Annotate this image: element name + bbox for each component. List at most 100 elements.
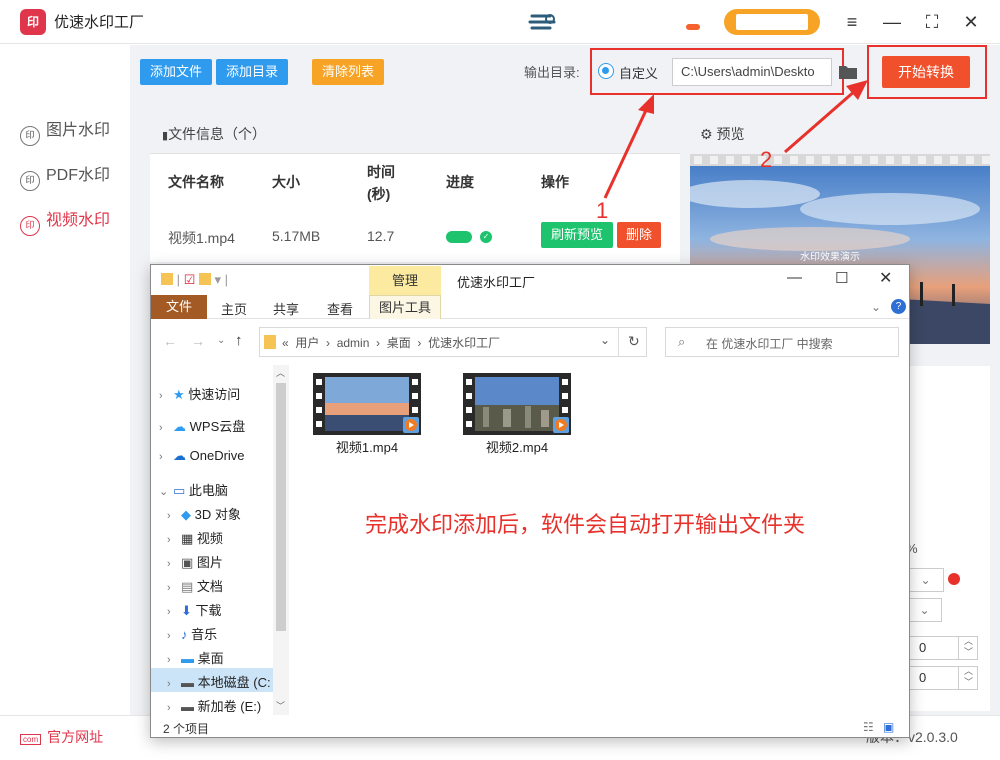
nav-item-video-watermark[interactable]: 印视频水印	[20, 206, 110, 236]
tab-picture-tools[interactable]: 图片工具	[369, 295, 441, 319]
film-icon: ▦	[181, 531, 194, 546]
breadcrumb-item[interactable]: 桌面	[387, 336, 411, 350]
dropdown-1[interactable]: ⌄	[908, 568, 944, 592]
dropdown-2[interactable]: ⌄	[908, 598, 942, 622]
close-icon[interactable]: ✕	[879, 268, 892, 288]
clear-list-button[interactable]: 清除列表	[312, 59, 384, 85]
forward-icon[interactable]: →	[191, 333, 205, 349]
chevron-down-icon[interactable]: ⌄	[600, 333, 610, 347]
user-account-pill[interactable]	[724, 9, 820, 35]
thumbnail-view-icon[interactable]: ▣	[883, 720, 894, 734]
folder-icon	[198, 273, 211, 285]
stamp-icon: 印	[20, 126, 40, 146]
file-name[interactable]: 视频1.mp4	[313, 437, 421, 456]
add-file-button[interactable]: 添加文件	[140, 59, 212, 85]
download-icon: ⬇	[181, 603, 192, 618]
file-size-cell: 5.17MB	[272, 228, 321, 244]
breadcrumb-item[interactable]: 用户	[295, 336, 319, 350]
col-header-time-unit: (秒)	[367, 186, 391, 202]
official-site-link[interactable]: com 官方网址	[20, 727, 103, 747]
maximize-icon[interactable]: ⛶	[920, 10, 944, 34]
nav-item-image-watermark[interactable]: 印图片水印	[20, 116, 110, 146]
center-logo-icon	[528, 14, 556, 30]
help-icon[interactable]: ?	[891, 299, 906, 314]
address-bar[interactable]: « 用户 › admin › 桌面 › 优速水印工厂 ⌄ ↻	[259, 327, 647, 357]
file-explorer-window: | ☑ ▾ | 管理 优速水印工厂 — ☐ ✕ 文件 主页 共享 查看 图片工具…	[150, 264, 910, 738]
tab-view[interactable]: 查看	[327, 299, 353, 318]
manage-tab[interactable]: 管理	[369, 266, 441, 295]
menu-icon[interactable]: ≡	[840, 10, 864, 34]
minimize-icon[interactable]: —	[787, 269, 802, 286]
tree-item-local-disk-c[interactable]: › ▬ 本地磁盘 (C:	[167, 672, 271, 691]
annotation-step-1: 1	[596, 198, 609, 223]
file-name-cell: 视频1.mp4	[168, 230, 235, 246]
tree-item-downloads[interactable]: › ⬇ 下载	[167, 600, 222, 619]
onedrive-icon: ☁	[173, 448, 186, 463]
refresh-icon[interactable]: ↻	[628, 333, 640, 350]
warning-icon	[948, 573, 960, 585]
col-header-progress: 进度	[446, 174, 474, 190]
quick-access-toolbar[interactable]: | ☑ ▾ |	[161, 272, 228, 288]
output-dir-label: 输出目录:	[524, 65, 580, 80]
stepper-icon[interactable]: ︿ ﹀	[958, 666, 978, 690]
pc-icon: ▭	[173, 483, 186, 498]
breadcrumb-item[interactable]: 优速水印工厂	[428, 336, 500, 350]
file-name[interactable]: 视频2.mp4	[463, 437, 571, 456]
delete-button[interactable]: 删除	[617, 222, 661, 248]
breadcrumb-item[interactable]: admin	[337, 336, 370, 350]
col-header-size: 大小	[272, 174, 300, 190]
tree-item-documents[interactable]: › ▤ 文档	[167, 576, 223, 595]
tree-item-3d-objects[interactable]: › ◆ 3D 对象	[167, 504, 241, 523]
custom-radio[interactable]	[598, 63, 614, 79]
folder-icon[interactable]	[838, 64, 858, 80]
tree-item-this-pc[interactable]: ⌄ ▭ 此电脑	[159, 480, 228, 499]
details-view-icon[interactable]: ☷	[863, 720, 874, 734]
tree-item-desktop[interactable]: › ▬ 桌面	[167, 648, 224, 667]
dropdown-icon: ▾	[214, 272, 222, 287]
search-input[interactable]: ⌕ 在 优速水印工厂 中搜索	[665, 327, 899, 357]
up-icon[interactable]: ↑	[235, 332, 243, 349]
tree-item-onedrive[interactable]: › ☁ OneDrive	[159, 448, 245, 464]
recent-dropdown-icon[interactable]: ⌄	[217, 335, 225, 346]
add-directory-button[interactable]: 添加目录	[216, 59, 288, 85]
maximize-icon[interactable]: ☐	[835, 269, 848, 287]
close-icon[interactable]: ✕	[959, 10, 983, 34]
web-icon: com	[20, 734, 42, 745]
picture-icon: ▣	[181, 555, 194, 570]
stepper-icon[interactable]: ︿ ﹀	[958, 636, 978, 660]
explorer-title: 优速水印工厂	[457, 275, 536, 290]
drive-icon: ▬	[181, 699, 194, 714]
scrollbar-thumb[interactable]	[276, 383, 286, 631]
back-icon[interactable]: ←	[163, 333, 177, 349]
desktop-icon: ▬	[181, 651, 194, 666]
chevron-down-icon[interactable]: ⌄	[871, 300, 881, 314]
breadcrumb: « 用户 › admin › 桌面 › 优速水印工厂	[282, 336, 501, 350]
minimize-icon[interactable]: —	[880, 10, 904, 34]
scroll-down-icon[interactable]: ﹀	[276, 699, 285, 712]
tab-home[interactable]: 主页	[221, 299, 247, 318]
folder-icon	[264, 335, 276, 349]
nav-item-pdf-watermark[interactable]: 印 PDF水印	[20, 161, 110, 191]
tree-item-music[interactable]: › ♪ 音乐	[167, 624, 217, 643]
video-thumbnail-2[interactable]	[463, 373, 571, 435]
document-icon: ▤	[181, 579, 194, 594]
tree-item-wps-cloud[interactable]: › ☁ WPS云盘	[159, 416, 245, 435]
tree-item-videos[interactable]: › ▦ 视频	[167, 528, 223, 547]
tab-file[interactable]: 文件	[151, 295, 207, 319]
cloud-icon: ☁	[173, 419, 186, 434]
properties-icon: ☑	[183, 272, 196, 287]
tree-item-pictures[interactable]: › ▣ 图片	[167, 552, 223, 571]
annotation-step-2: 2	[760, 147, 773, 172]
scroll-up-icon[interactable]: ︿	[276, 366, 285, 379]
cube-icon: ◆	[181, 507, 191, 522]
tree-item-quick-access[interactable]: › ★ 快速访问	[159, 384, 240, 403]
check-icon: ✓	[480, 231, 492, 243]
search-icon: ⌕	[678, 334, 686, 349]
video-thumbnail-1[interactable]	[313, 373, 421, 435]
tree-item-volume-e[interactable]: › ▬ 新加卷 (E:)	[167, 696, 261, 715]
music-icon: ♪	[181, 627, 188, 642]
refresh-preview-button[interactable]: 刷新预览	[541, 222, 613, 248]
tab-share[interactable]: 共享	[273, 299, 299, 318]
star-icon: ★	[173, 387, 185, 402]
app-logo-icon: 印	[20, 9, 46, 35]
